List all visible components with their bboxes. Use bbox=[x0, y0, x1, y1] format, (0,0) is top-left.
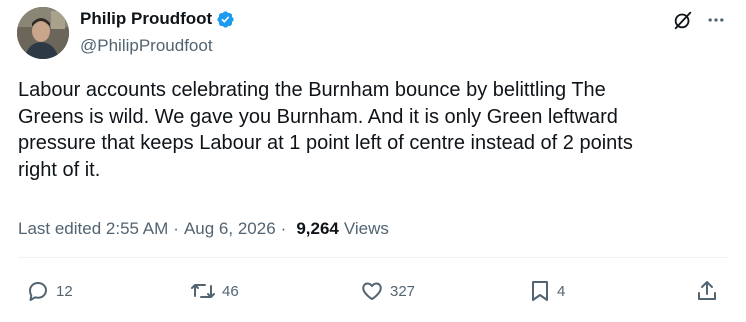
like-count: 327 bbox=[390, 282, 416, 300]
repost-count: 46 bbox=[222, 282, 239, 300]
divider bbox=[18, 257, 728, 258]
bookmark-button[interactable]: 4 bbox=[529, 279, 565, 303]
tweet-meta: Last edited 2:55 AM · Aug 6, 2026 · 9,26… bbox=[18, 219, 389, 239]
meta-separator: · bbox=[173, 219, 179, 238]
author-handle[interactable]: @PhilipProudfoot bbox=[80, 36, 213, 56]
views-label[interactable]: Views bbox=[344, 219, 389, 239]
reply-count: 12 bbox=[56, 282, 73, 300]
bookmark-icon bbox=[529, 279, 551, 303]
tweet-date[interactable]: Aug 6, 2026 bbox=[184, 219, 276, 239]
like-icon bbox=[360, 279, 384, 303]
repost-icon bbox=[190, 279, 216, 303]
share-icon bbox=[695, 279, 719, 303]
bookmark-count: 4 bbox=[557, 282, 566, 300]
reply-button[interactable]: 12 bbox=[26, 279, 73, 303]
meta-separator: · bbox=[280, 219, 287, 238]
edited-timestamp[interactable]: Last edited 2:55 AM bbox=[18, 219, 168, 239]
repost-button[interactable]: 46 bbox=[190, 279, 239, 303]
avatar[interactable] bbox=[17, 7, 69, 59]
share-button[interactable] bbox=[695, 279, 719, 303]
grok-icon[interactable] bbox=[672, 9, 694, 31]
top-actions bbox=[672, 9, 726, 31]
reply-icon bbox=[26, 279, 50, 303]
verified-badge-icon[interactable] bbox=[216, 10, 235, 29]
avatar-image bbox=[17, 7, 69, 59]
author-name-row: Philip Proudfoot bbox=[80, 9, 235, 29]
tweet-text: Labour accounts celebrating the Burnham … bbox=[18, 79, 633, 181]
author-display-name[interactable]: Philip Proudfoot bbox=[80, 9, 212, 29]
views-count[interactable]: 9,264 bbox=[296, 219, 339, 239]
like-button[interactable]: 327 bbox=[360, 279, 415, 303]
more-options-icon[interactable] bbox=[706, 10, 726, 30]
